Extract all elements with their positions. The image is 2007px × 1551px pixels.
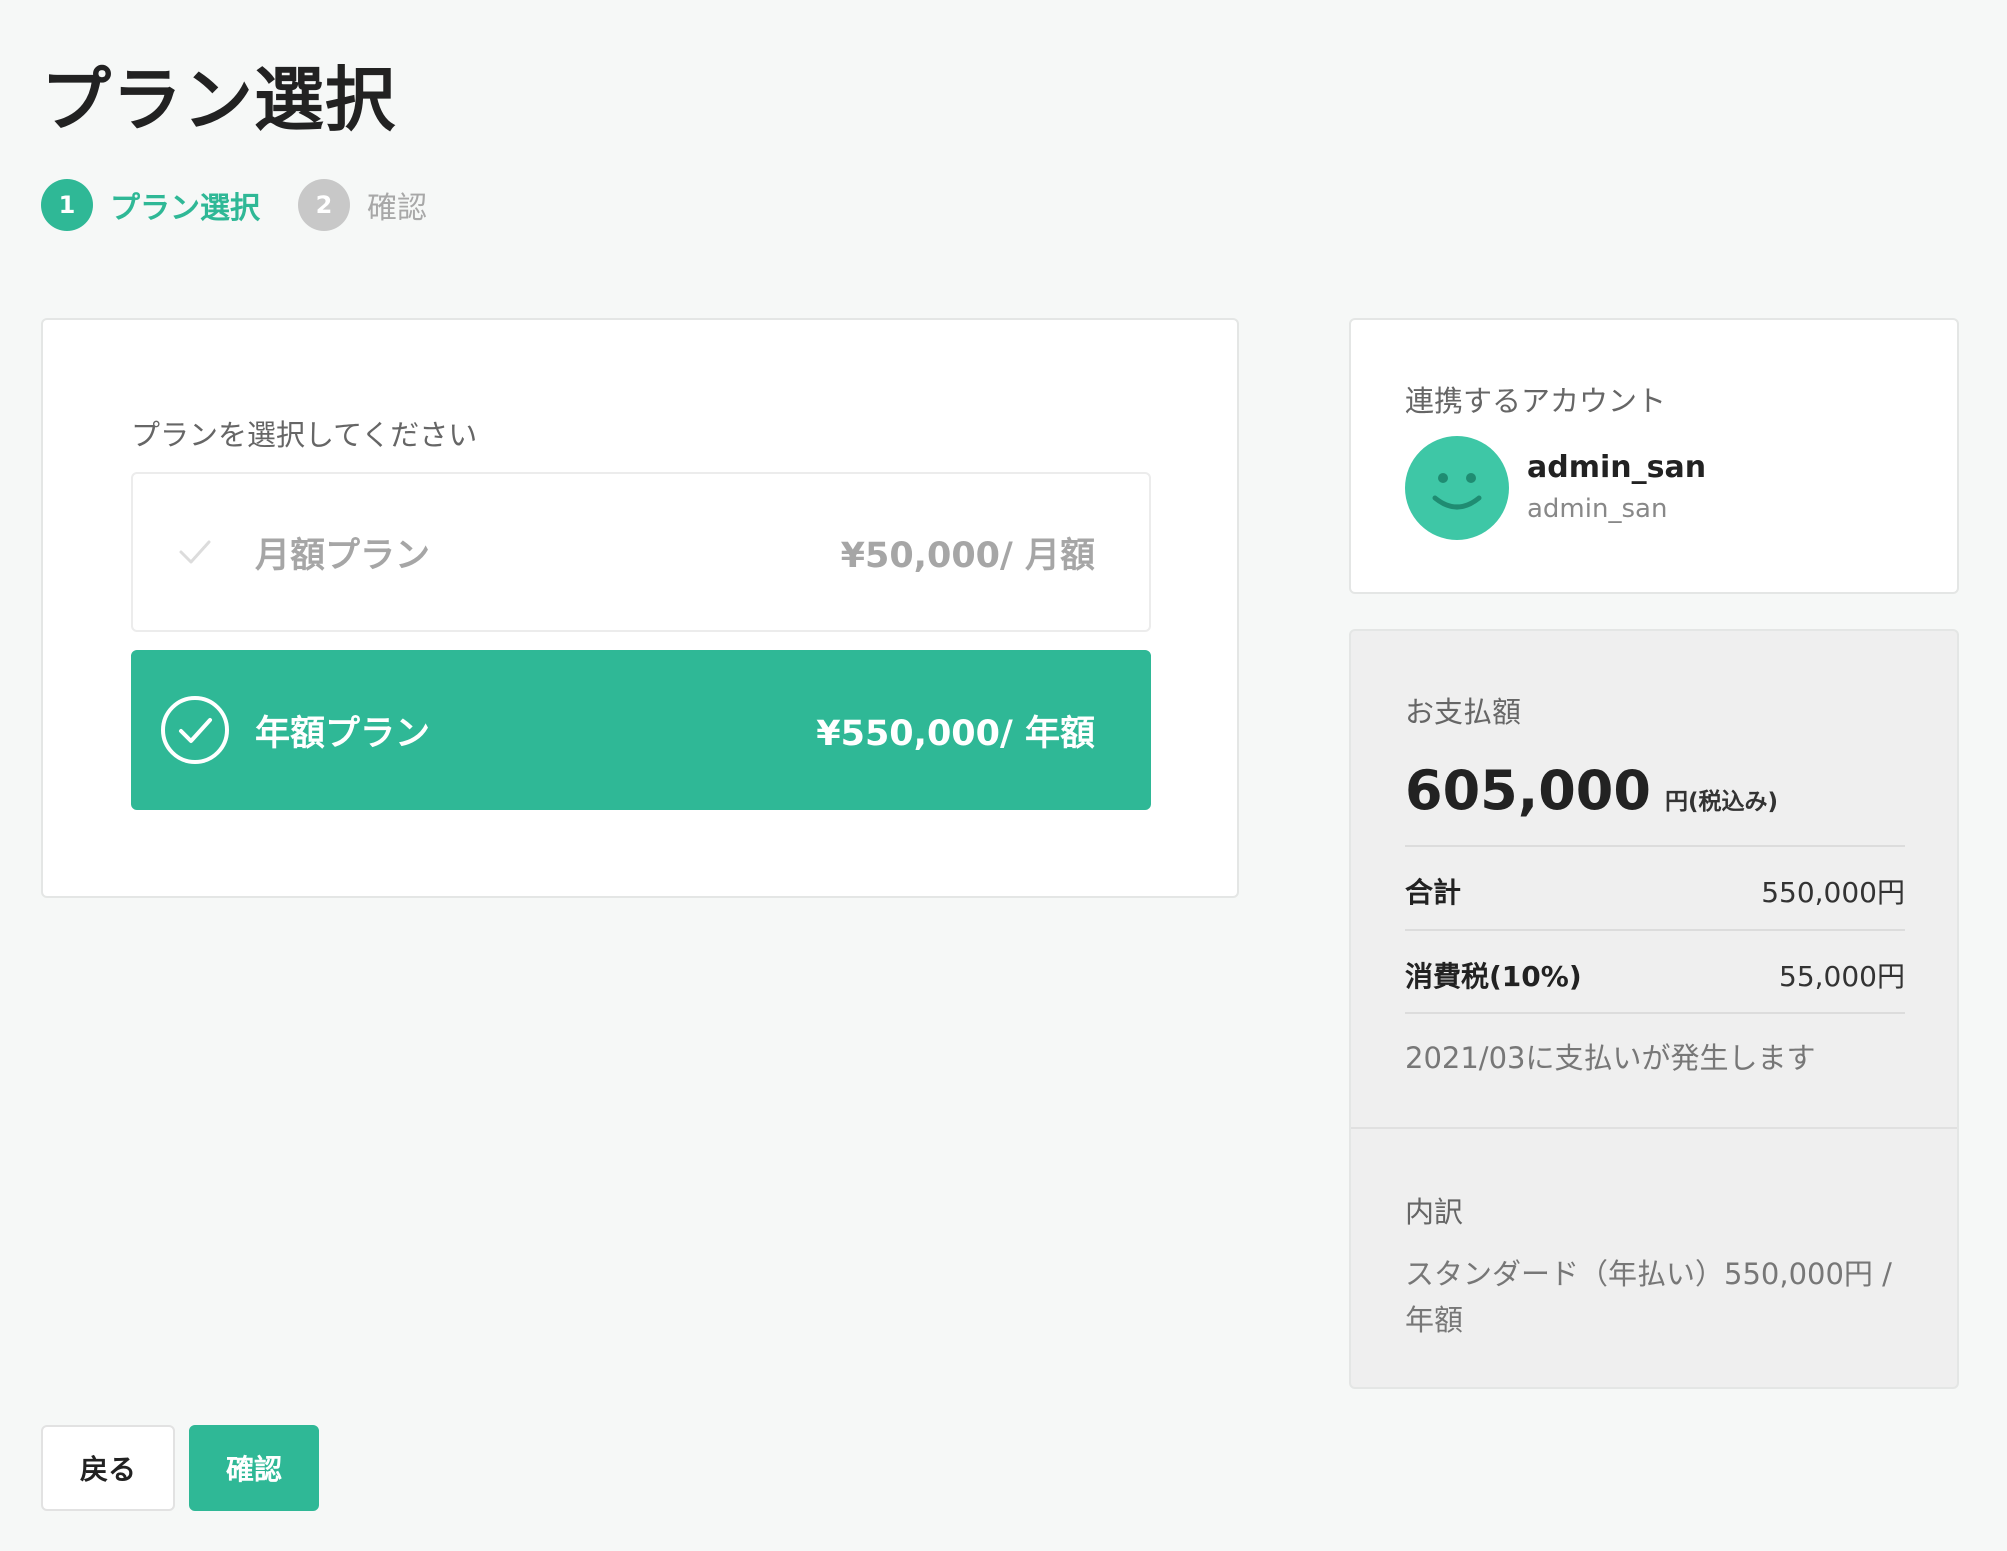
payment-note: 2021/03に支払いが発生します [1405,1041,1816,1075]
payment-total: 605,000 円(税込み) [1405,759,1778,822]
account-username: admin_san [1527,494,1668,524]
plan-name: 月額プラン [255,535,431,576]
plan-price: ¥50,000/ 月額 [840,535,1095,576]
account-display-name: admin_san [1527,450,1707,485]
stepper: 1 プラン選択 2 確認 [41,179,465,231]
check-circle-icon [159,694,231,766]
row-label: 消費税(10%) [1405,960,1582,993]
back-button[interactable]: 戻る [41,1425,175,1511]
section-divider [1351,1127,1957,1129]
payment-row-tax: 消費税(10%) 55,000円 [1405,955,1905,995]
payment-row-subtotal: 合計 550,000円 [1405,871,1905,911]
plan-option-yearly[interactable]: 年額プラン ¥550,000/ 年額 [131,650,1151,810]
plan-select-card: プランを選択してください 月額プラン ¥50,000/ 月額 年額プラン ¥55… [41,318,1239,898]
plan-name: 年額プラン [255,713,431,754]
payment-unit: 円(税込み) [1664,789,1778,815]
divider [1405,845,1905,847]
check-icon [159,516,231,588]
payment-summary-card: お支払額 605,000 円(税込み) 合計 550,000円 消費税(10%)… [1349,629,1959,1389]
plan-selection-page: プラン選択 1 プラン選択 2 確認 プランを選択してください 月額プラン ¥5… [0,0,2007,1551]
breakdown-title: 内訳 [1405,1195,1464,1229]
plan-prompt: プランを選択してください [131,418,478,452]
row-label: 合計 [1405,876,1462,909]
smiley-face-icon [1405,436,1509,540]
step-number: 1 [41,179,93,231]
row-value: 55,000円 [1779,960,1905,993]
payment-title: お支払額 [1405,695,1522,729]
step-label: 確認 [367,191,427,226]
step-confirm: 2 確認 [298,179,427,231]
linked-account-card: 連携するアカウント admin_san admin_san [1349,318,1959,594]
confirm-button[interactable]: 確認 [189,1425,319,1511]
divider [1405,1012,1905,1014]
step-number: 2 [298,179,350,231]
payment-amount: 605,000 [1405,759,1651,822]
breakdown-text: スタンダード（年払い）550,000円 / 年額 [1405,1257,1892,1337]
account-title: 連携するアカウント [1405,384,1667,418]
plan-option-monthly[interactable]: 月額プラン ¥50,000/ 月額 [131,472,1151,632]
plan-price: ¥550,000/ 年額 [816,713,1095,754]
step-plan-select: 1 プラン選択 [41,179,260,231]
page-title: プラン選択 [41,59,396,141]
divider [1405,929,1905,931]
row-value: 550,000円 [1761,876,1905,909]
step-label: プラン選択 [110,191,260,226]
